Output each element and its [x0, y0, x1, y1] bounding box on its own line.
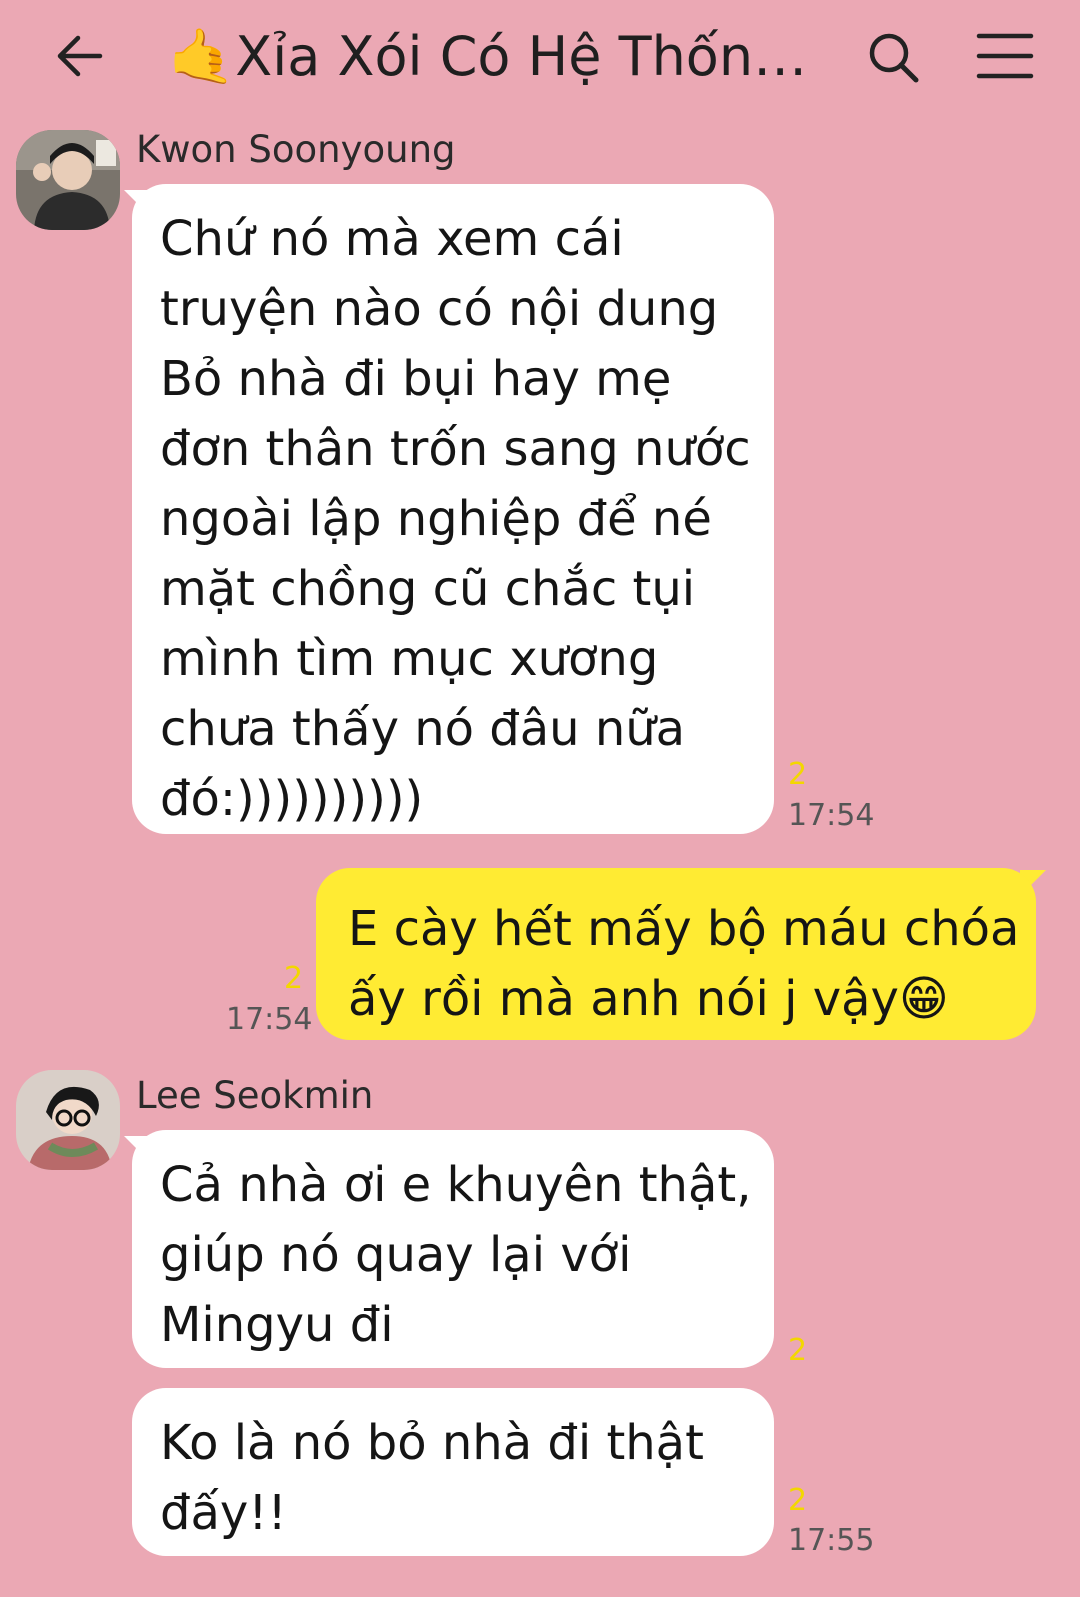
message-line: chưa thấy nó đâu nữa [160, 701, 686, 757]
message-line: đó:)))))))))) [160, 771, 424, 827]
avatar-lee-seokmin[interactable] [16, 1070, 120, 1170]
sender-name: Lee Seokmin [136, 1074, 374, 1117]
unread-count: 2 [788, 757, 808, 792]
message-line: mặt chồng cũ chắc tụi [160, 561, 696, 617]
message-bubble[interactable]: E cày hết mấy bộ máu chóa ấy rồi mà anh … [316, 868, 1036, 1040]
message-line: đơn thân trốn sang nước [160, 421, 751, 477]
message-bubble[interactable]: Cả nhà ơi e khuyên thật, giúp nó quay lạ… [132, 1130, 774, 1368]
message-line: đấy!! [160, 1485, 287, 1541]
message-line: truyện nào có nội dung [160, 281, 719, 337]
message-bubble[interactable]: Chứ nó mà xem cái truyện nào có nội dung… [132, 184, 774, 834]
unread-count: 2 [284, 961, 304, 996]
message-line: ấy rồi mà anh nói j vậy😁 [348, 971, 949, 1027]
message-time: 17:54 [226, 1002, 313, 1037]
avatar-kwon-soonyoung[interactable] [16, 130, 120, 230]
sender-name: Kwon Soonyoung [136, 128, 456, 171]
message-line: Chứ nó mà xem cái [160, 211, 624, 267]
unread-count: 2 [788, 1333, 808, 1368]
message-line: Ko là nó bỏ nhà đi thật [160, 1415, 704, 1471]
message-line: giúp nó quay lại với [160, 1227, 632, 1283]
message-line: mình tìm mục xương [160, 631, 659, 687]
chat-header: 🤙Xỉa Xói Có Hệ Thống... [0, 0, 1080, 120]
message-time: 17:55 [788, 1523, 875, 1558]
message-line: E cày hết mấy bộ máu chóa [348, 901, 1020, 957]
unread-count: 2 [788, 1483, 808, 1518]
message-line: ngoài lập nghiệp để né [160, 491, 712, 547]
chat-title: 🤙Xỉa Xói Có Hệ Thống... [168, 25, 828, 88]
message-line: Mingyu đi [160, 1297, 394, 1353]
message-line: Bỏ nhà đi bụi hay mẹ [160, 351, 672, 407]
message-bubble[interactable]: Ko là nó bỏ nhà đi thật đấy!! [132, 1388, 774, 1556]
menu-icon[interactable] [975, 30, 1035, 82]
search-icon[interactable] [866, 30, 922, 86]
message-time: 17:54 [788, 798, 875, 833]
message-line: Cả nhà ơi e khuyên thật, [160, 1157, 752, 1213]
back-arrow-icon[interactable] [52, 28, 108, 84]
